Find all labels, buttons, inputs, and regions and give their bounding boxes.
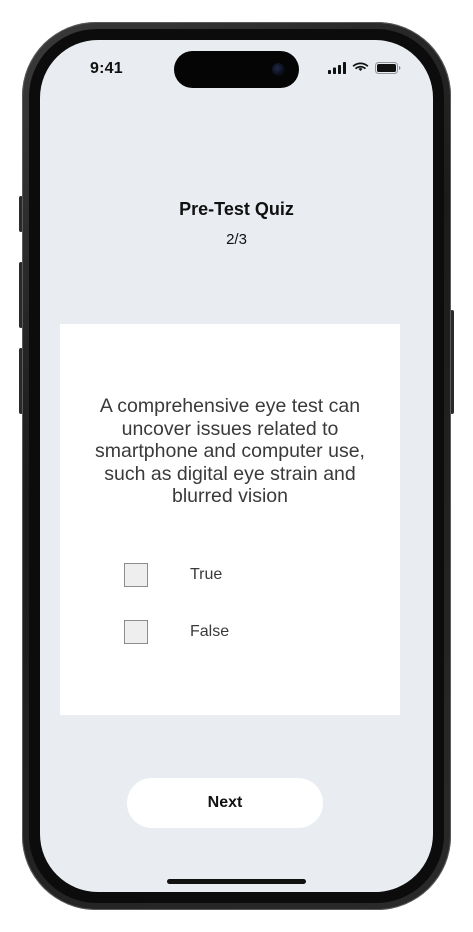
question-text: A comprehensive eye test can uncover iss… [95,395,365,507]
true-checkbox[interactable] [124,563,148,587]
option-false-label: False [190,623,230,640]
dynamic-island [174,51,299,88]
option-true[interactable]: True [124,563,222,587]
option-false[interactable]: False [124,620,229,644]
cellular-signal-icon [328,62,346,74]
option-true-label: True [190,566,223,583]
device-frame: 9:41 Pre-Test Quiz 2/3 A comprehensive e… [0,0,473,932]
quiz-title: Pre-Test Quiz [179,199,294,219]
false-checkbox[interactable] [124,620,148,644]
question-card: A comprehensive eye test can uncover iss… [60,324,400,715]
status-icons [328,62,401,74]
screen: 9:41 Pre-Test Quiz 2/3 A comprehensive e… [40,40,433,892]
next-button[interactable]: Next [127,778,323,828]
status-time: 9:41 [90,60,123,77]
quiz-progress: 2/3 [226,231,247,248]
camera-icon [272,63,285,76]
wifi-icon [352,62,369,71]
battery-icon [375,62,401,74]
home-indicator[interactable] [167,879,306,884]
